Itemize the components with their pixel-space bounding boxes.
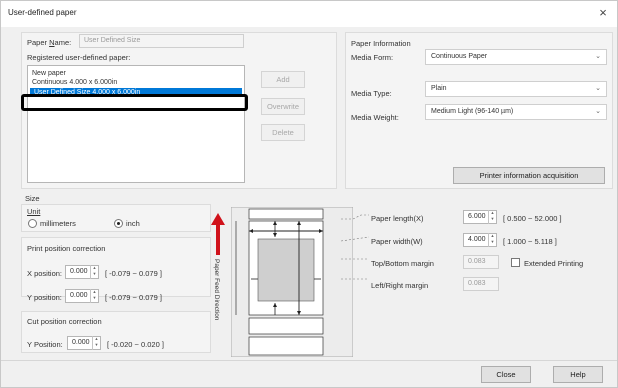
unit-inch-radio[interactable]	[114, 219, 123, 228]
paper-feed-direction-label: Paper Feed Direction	[213, 259, 220, 321]
media-type-label: Media Type:	[351, 89, 392, 98]
print-position-title: Print position correction	[27, 244, 106, 253]
unit-mm-label: millimeters	[40, 219, 76, 228]
top-bottom-margin-field[interactable]: 0.083	[463, 255, 499, 269]
title-bar: User-defined paper ×	[1, 1, 617, 27]
add-button[interactable]: Add	[261, 71, 305, 88]
media-type-select[interactable]: Plain ⌄	[425, 81, 607, 97]
media-weight-label: Media Weight:	[351, 113, 399, 122]
unit-label: Unit	[27, 207, 41, 216]
chevron-down-icon: ⌄	[595, 85, 601, 92]
chevron-down-icon: ⌄	[595, 53, 601, 60]
window-title: User-defined paper	[8, 8, 77, 17]
cut-y-position-label: Y Position:	[27, 340, 63, 349]
media-weight-select[interactable]: Medium Light (96-140 µm) ⌄	[425, 104, 607, 120]
media-form-select[interactable]: Continuous Paper ⌄	[425, 49, 607, 65]
paper-name-label: Paper Name:	[27, 38, 72, 47]
extended-printing-checkbox[interactable]	[511, 258, 520, 267]
overwrite-button[interactable]: Overwrite	[261, 98, 305, 115]
printer-info-button[interactable]: Printer information acquisition	[453, 167, 605, 184]
paper-width-range: [ 1.000 ~ 5.118 ]	[503, 237, 557, 246]
delete-button[interactable]: Delete	[261, 124, 305, 141]
y-position-label: Y position:	[27, 293, 62, 302]
x-position-label: X position:	[27, 269, 63, 278]
dialog-window: User-defined paper × Paper Name: User De…	[0, 0, 618, 388]
close-button[interactable]: Close	[481, 366, 531, 383]
top-bottom-margin-label: Top/Bottom margin	[371, 259, 434, 268]
paper-diagram	[231, 207, 353, 357]
media-type-value: Plain	[431, 85, 447, 92]
diagram-leaders	[341, 214, 370, 280]
close-icon[interactable]: ×	[595, 5, 611, 21]
paper-name-field[interactable]: User Defined Size	[79, 34, 244, 48]
media-weight-value: Medium Light (96-140 µm)	[431, 108, 514, 115]
paper-info-title: Paper Information	[351, 39, 411, 48]
unit-mm-radio[interactable]	[28, 219, 37, 228]
paper-length-stepper[interactable]: ▲ ▼	[488, 210, 496, 224]
feed-arrow-icon	[211, 213, 225, 255]
paper-width-label: Paper width(W)	[371, 237, 423, 246]
y-position-range: [ -0.079 ~ 0.079 ]	[105, 293, 162, 302]
media-form-value: Continuous Paper	[431, 53, 488, 60]
size-label: Size	[25, 194, 40, 203]
cut-y-position-stepper[interactable]: ▲ ▼	[92, 336, 100, 350]
media-form-label: Media Form:	[351, 53, 394, 62]
list-item[interactable]: Continuous 4.000 x 6.000in	[28, 78, 244, 87]
cut-y-position-range: [ -0.020 ~ 0.020 ]	[107, 340, 164, 349]
x-position-stepper[interactable]: ▲ ▼	[90, 265, 98, 279]
registered-paper-label: Registered user-defined paper:	[27, 53, 131, 62]
highlight-box	[21, 94, 248, 111]
chevron-down-icon: ⌄	[595, 108, 601, 115]
extended-printing-label: Extended Printing	[524, 259, 584, 268]
registered-paper-list[interactable]: New paper Continuous 4.000 x 6.000in Use…	[27, 65, 245, 183]
help-button[interactable]: Help	[553, 366, 603, 383]
footer-separator	[1, 360, 617, 361]
y-position-stepper[interactable]: ▲ ▼	[90, 289, 98, 303]
cut-position-title: Cut position correction	[27, 317, 102, 326]
paper-length-range: [ 0.500 ~ 52.000 ]	[503, 214, 562, 223]
x-position-range: [ -0.079 ~ 0.079 ]	[105, 269, 162, 278]
paper-length-label: Paper length(X)	[371, 214, 424, 223]
left-right-margin-field[interactable]: 0.083	[463, 277, 499, 291]
list-item[interactable]: New paper	[28, 69, 244, 78]
left-right-margin-label: Left/Right margin	[371, 281, 429, 290]
paper-width-stepper[interactable]: ▲ ▼	[488, 233, 496, 247]
unit-inch-label: inch	[126, 219, 140, 228]
